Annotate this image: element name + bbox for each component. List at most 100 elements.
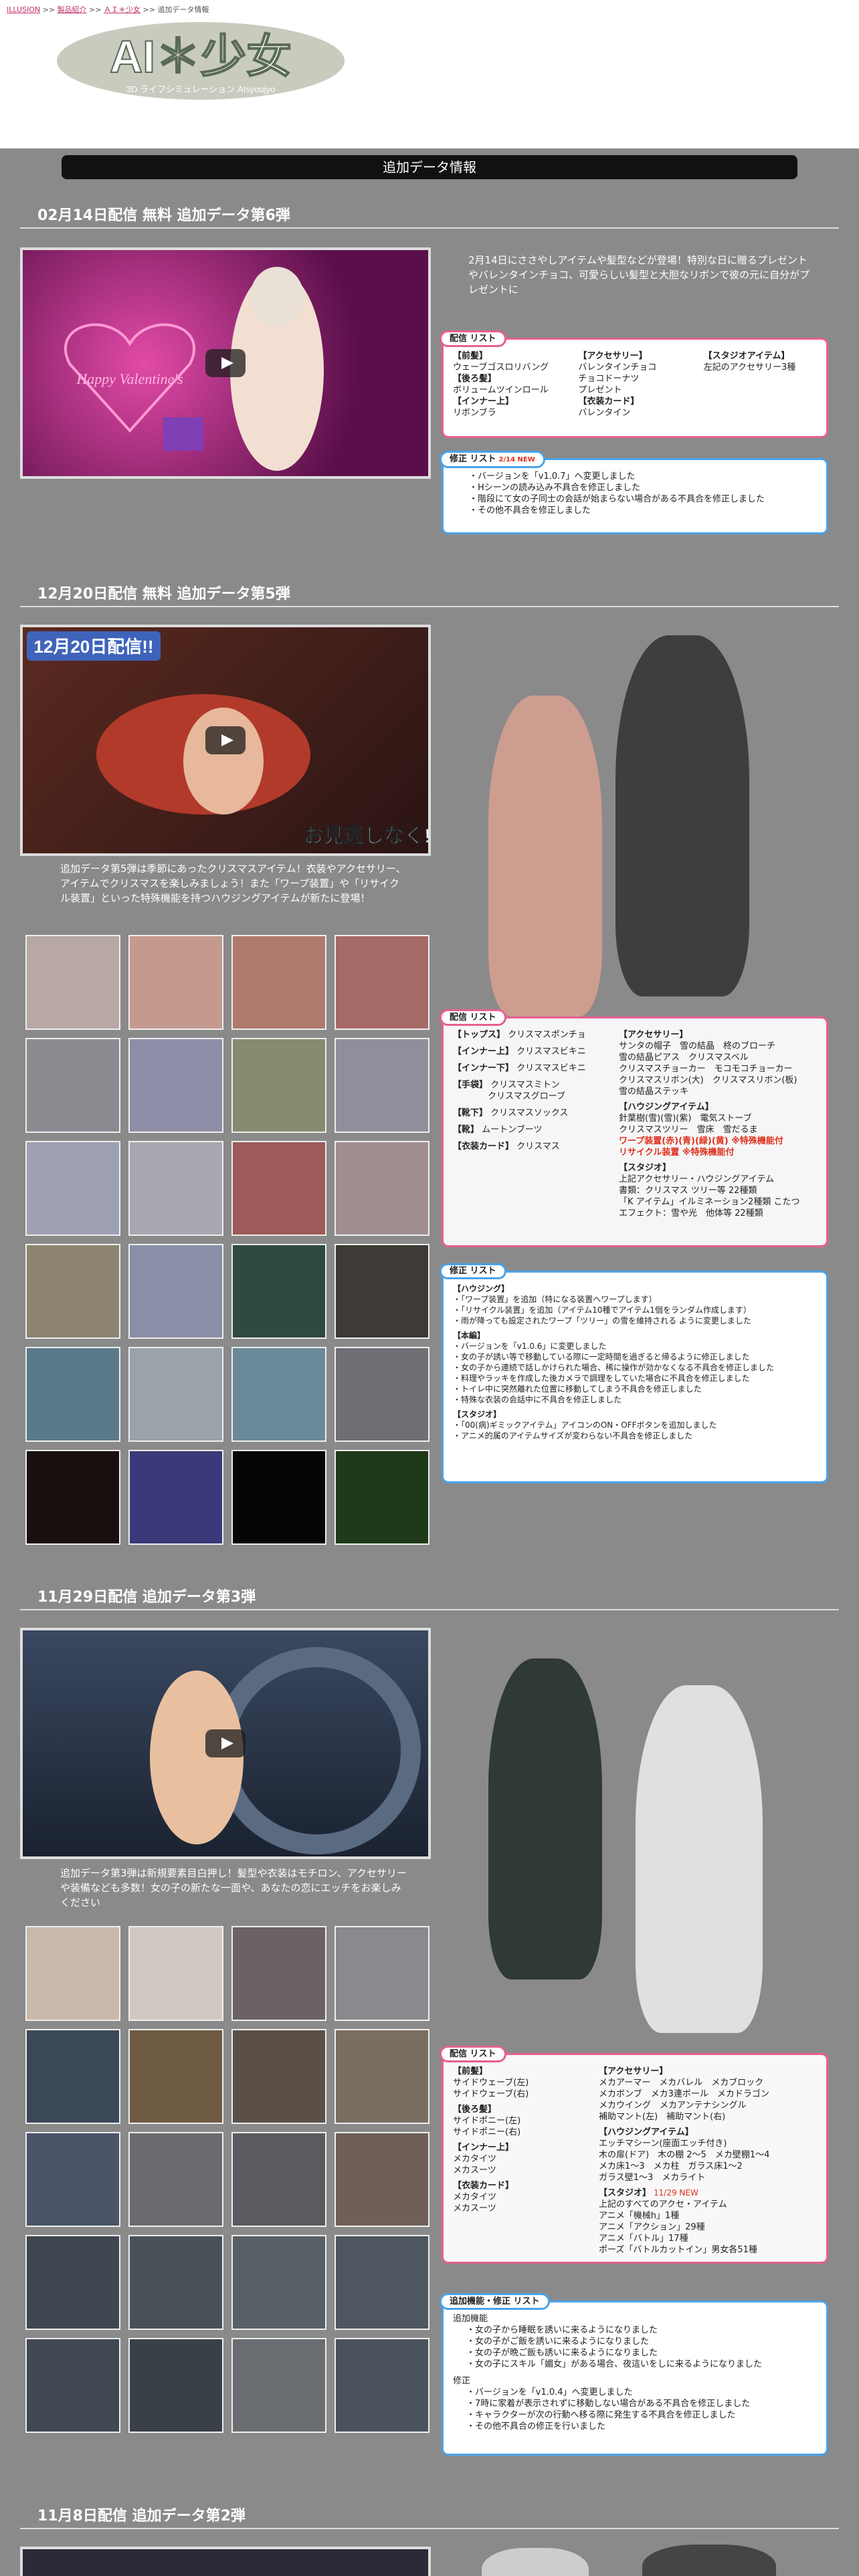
category-heading: 【靴下】 [453,1108,488,1118]
gallery-thumbnail[interactable] [25,1347,120,1442]
fix-list: 追加機能・修正 リスト 追加機能 女の子から睡眠を誘いに来るようになりました 女… [440,2293,828,2456]
gallery-thumbnail[interactable] [25,2029,120,2124]
fix-list-label: 修正 リスト 2/14 NEW [440,451,545,468]
gallery-thumbnail[interactable] [335,1141,430,1236]
distribution-list-label: 配信 リスト [440,1009,506,1026]
gallery-thumbnail[interactable] [335,2235,430,2330]
list-item: サイドポニー(右) [453,2127,521,2137]
gallery-thumbnail[interactable] [25,2235,120,2330]
list-item: 補助マント(左) 補助マント(右) [599,2112,726,2122]
category-heading: 【衣装カード】 [453,1142,514,1152]
section-title: 11月8日配信 追加データ第2弾 [37,2508,246,2525]
breadcrumb: ILLUSION >> 製品紹介 >> ＡＩ＊少女 >> 追加データ情報 [7,5,209,14]
category-heading: 【後ろ髪】 [453,2105,497,2115]
list-item: 女の子が晩ご飯も誘いに来るようになりました [466,2347,817,2359]
character-illustration [488,1658,602,1979]
gallery-thumbnail[interactable] [128,935,223,1030]
list-item: メカウイング メカアンテナシングル [599,2101,747,2111]
logo-subtitle: 3D ライフシミュレーション AIsyoujyo [126,84,276,94]
fix-list-label: 追加機能・修正 リスト [440,2293,550,2310]
gallery-thumbnail[interactable] [25,1244,120,1339]
gallery-thumbnail[interactable] [231,1347,326,1442]
gallery-thumbnail[interactable] [128,2235,223,2330]
gallery-thumbnail[interactable] [335,1450,430,1545]
gallery-thumbnail[interactable] [25,1926,120,2021]
play-button[interactable] [205,726,246,754]
gallery-thumbnail[interactable] [231,1926,326,2021]
gallery-thumbnail[interactable] [335,1244,430,1339]
list-item: 上記のすべてのアクセ・アイテム [599,2199,727,2210]
gallery-thumbnail[interactable] [128,2029,223,2124]
video-player[interactable]: 12月20日配信!! お見逃しなく!! [20,625,431,856]
gallery-thumbnail[interactable] [231,1038,326,1133]
list-item: キャラクターが次の行動へ移る際に発生する不具合を修正しました [466,2409,817,2421]
gallery-thumbnail[interactable] [128,2132,223,2227]
gallery-thumbnail[interactable] [128,1038,223,1133]
gallery-thumbnail[interactable] [231,1244,326,1339]
gallery-thumbnail[interactable] [231,1450,326,1545]
list-item: 「ワープ装置」を追加（特になる装置へワープします） [453,1294,817,1305]
distribution-column: 【前髪】 サイドウェーブ(左) サイドウェーブ(右) 【後ろ髪】 サイドポニー(… [453,2066,587,2256]
category-heading: 追加機能 [453,2314,488,2324]
category-heading: 【衣装カード】 [578,397,640,407]
category-heading: 【前髪】 [453,2066,488,2076]
breadcrumb-link-illusion[interactable]: ILLUSION [7,5,40,14]
distribution-list-label: 配信 リスト [440,330,506,347]
list-item: アニメ「アクション」29種 [599,2222,705,2232]
gallery-thumbnail[interactable] [25,1141,120,1236]
list-item: バレンタイン [578,408,631,418]
category-heading: 【アクセサリー】 [599,2066,668,2076]
gallery-thumbnail[interactable] [335,1926,430,2021]
gallery-thumbnail[interactable] [335,1347,430,1442]
category-heading: 【前髪】 [453,351,488,361]
gallery-thumbnail[interactable] [128,1141,223,1236]
section-description: 追加データ第3弾は新規要素目白押し！髪型や衣装はモチロン、アクセサリーや装備など… [60,1867,407,1909]
gallery-thumbnail[interactable] [335,935,430,1030]
list-item: 7時に家着が表示されずに移動しない場合がある不具合を修正しました [466,2398,817,2409]
gallery-thumbnail[interactable] [231,2235,326,2330]
gallery-thumbnail[interactable] [25,2132,120,2227]
gallery-thumbnail[interactable] [335,2338,430,2433]
gallery-thumbnail[interactable] [128,1926,223,2021]
gallery-thumbnail[interactable] [231,2338,326,2433]
gallery-thumbnail[interactable] [25,2338,120,2433]
section-title: 02月14日配信 無料 追加データ第6弾 [37,207,290,224]
character-illustration [642,2545,776,2576]
video-player[interactable]: Happy Valentine's [20,247,431,479]
play-button[interactable] [205,1729,246,1757]
list-item: バージョンを「v1.0.4」へ変更しました [466,2387,817,2398]
list-item: クリスマスグローブ [488,1091,565,1101]
gallery-thumbnail[interactable] [128,1347,223,1442]
section-divider [20,606,839,607]
gallery-thumbnail[interactable] [128,2338,223,2433]
list-item: 木の扉(ドア) 木の棚 2〜5 メカ壁棚1〜4 [599,2150,770,2160]
list-item: 階段にて女の子同士の会話が始まらない場合がある不具合を修正しました [469,494,817,505]
gallery-thumbnail[interactable] [335,2029,430,2124]
distribution-column: 【アクセサリー】 メカアーマー メカバレル メカブロック メカボンブ メカ3連ボ… [599,2066,817,2256]
gallery-thumbnail[interactable] [25,1450,120,1545]
list-item: クリスマス [516,1142,560,1152]
category-heading: 【アクセサリー】 [578,351,648,361]
gallery-thumbnail[interactable] [335,2132,430,2227]
play-button[interactable] [205,349,246,377]
breadcrumb-link-ai[interactable]: ＡＩ＊少女 [104,5,140,14]
list-item: エフェクト：雪や光 他体等 22種類 [619,1208,763,1218]
section-divider [20,227,839,229]
gallery-thumbnail[interactable] [231,935,326,1030]
gallery-thumbnail[interactable] [231,1141,326,1236]
breadcrumb-link-products[interactable]: 製品紹介 [58,5,87,14]
gallery-thumbnail[interactable] [25,1038,120,1133]
gallery-thumbnail[interactable] [25,935,120,1030]
list-item: 女の子から睡眠を誘いに来るようになりました [466,2325,817,2336]
video-player[interactable] [20,1628,431,1859]
logo: AI＊少女 3D ライフシミュレーション AIsyoujyo [57,22,345,100]
list-item: メカ床1〜3 メカ柱 ガラス床1〜2 [599,2161,743,2171]
list-item: 女の子にスキル「媚女」がある場合、夜這いをしに来るようになりました [466,2359,817,2370]
gallery-thumbnail[interactable] [231,2029,326,2124]
gallery-thumbnail[interactable] [231,2132,326,2227]
gallery-thumbnail[interactable] [335,1038,430,1133]
list-item: リボンブラ [453,408,496,418]
gallery-thumbnail[interactable] [128,1244,223,1339]
gallery-thumbnail[interactable] [128,1450,223,1545]
video-player[interactable] [20,2547,431,2576]
